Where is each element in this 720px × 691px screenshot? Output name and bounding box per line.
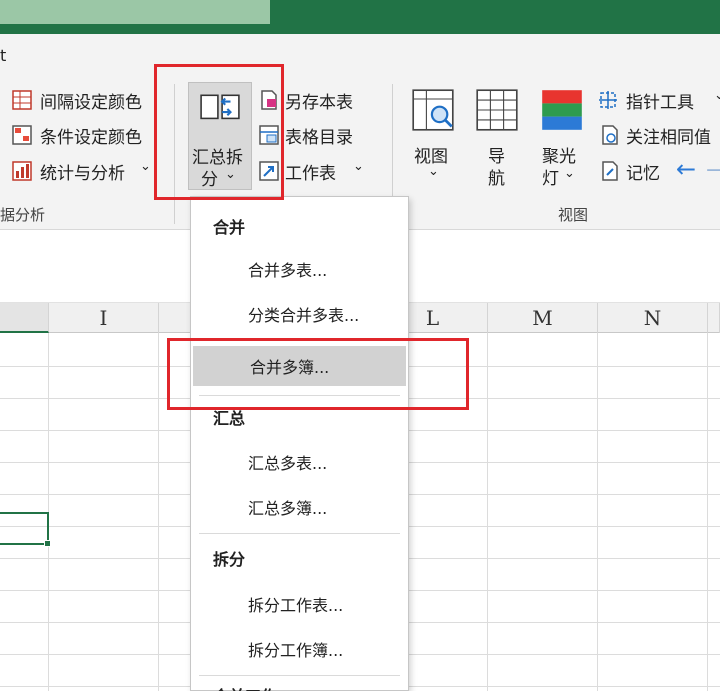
arrow-right-icon[interactable]: — (706, 155, 720, 183)
navigation-button[interactable]: 导 航 (472, 88, 522, 189)
spotlight-label-line2: 灯 (542, 169, 559, 189)
chevron-down-icon: ⌄ (564, 166, 575, 181)
fill-handle[interactable] (44, 540, 51, 547)
column-header-selected[interactable] (0, 303, 49, 333)
ribbon-item-label: 统计与分析 (40, 164, 125, 184)
view-icon (412, 89, 454, 131)
ribbon-item-label: 记忆 (626, 164, 660, 184)
arrow-left-icon[interactable]: ← (676, 155, 696, 183)
column-header-m[interactable]: M (488, 303, 598, 333)
ribbon-item-label: 关注相同值 (626, 128, 711, 148)
selected-cell[interactable] (0, 512, 49, 545)
ribbon-item-label: 间隔设定颜色 (40, 93, 142, 113)
chevron-down-icon: ⌄ (140, 159, 151, 174)
column-header-i[interactable]: I (49, 303, 159, 333)
menu-section-header-merge: 合并 (213, 218, 246, 237)
title-bar-tab (0, 0, 270, 24)
column-header-partial[interactable] (708, 303, 720, 333)
group-label-data-analysis: 据分析 (0, 206, 46, 224)
navigation-icon (476, 89, 518, 131)
navigation-label-line2: 航 (488, 169, 505, 189)
menu-item-split-workbook[interactable]: 拆分工作簿... (191, 629, 408, 669)
spotlight-icon (542, 90, 582, 130)
spotlight-button[interactable]: 聚光 灯 ⌄ (536, 88, 588, 189)
chevron-down-icon: ⌄ (714, 88, 720, 103)
chevron-down-icon: ⌄ (428, 164, 439, 179)
menu-item-summarize-workbooks[interactable]: 汇总多簿... (191, 487, 408, 527)
column-header-n[interactable]: N (598, 303, 708, 333)
menu-item-summarize-sheets[interactable]: 汇总多表... (191, 442, 408, 482)
ribbon-item-label: 表格目录 (285, 128, 353, 148)
partial-tab-label[interactable]: t (0, 46, 6, 65)
view-button[interactable]: 视图 ⌄ (408, 88, 458, 188)
statistics-icon (12, 161, 32, 181)
ribbon-item-label: 指针工具 (626, 93, 694, 113)
highlight-box-merge-split (154, 64, 284, 200)
ribbon-item-label: 工作表 (285, 164, 336, 184)
grid-line (597, 333, 598, 691)
conditional-color-icon (12, 125, 32, 145)
memory-icon (602, 161, 618, 181)
grid-line (158, 333, 159, 691)
menu-section-header-split: 拆分 (213, 550, 246, 569)
chevron-down-icon: ⌄ (353, 159, 364, 174)
merge-split-dropdown-menu: 合并 合并多表... 分类合并多表... 合并多簿... 汇总 汇总多表... … (190, 196, 409, 691)
menu-item-categorized-merge-sheets[interactable]: 分类合并多表... (191, 294, 408, 334)
grid-line (487, 333, 488, 691)
menu-section-header-partial: 合并工作 (213, 683, 277, 691)
group-label-view: 视图 (558, 206, 589, 224)
grid-color-icon (12, 90, 32, 110)
highlight-box-merge-workbooks (167, 338, 469, 410)
watch-same-value-icon (602, 125, 618, 145)
menu-separator (199, 533, 400, 534)
menu-separator (199, 675, 400, 676)
ribbon-item-label: 另存本表 (285, 93, 353, 113)
pointer-tool-icon (599, 91, 617, 109)
menu-item-split-worksheet[interactable]: 拆分工作表... (191, 584, 408, 624)
grid-line (707, 333, 708, 691)
menu-item-merge-sheets[interactable]: 合并多表... (191, 249, 408, 289)
ribbon-item-label: 条件设定颜色 (40, 128, 142, 148)
